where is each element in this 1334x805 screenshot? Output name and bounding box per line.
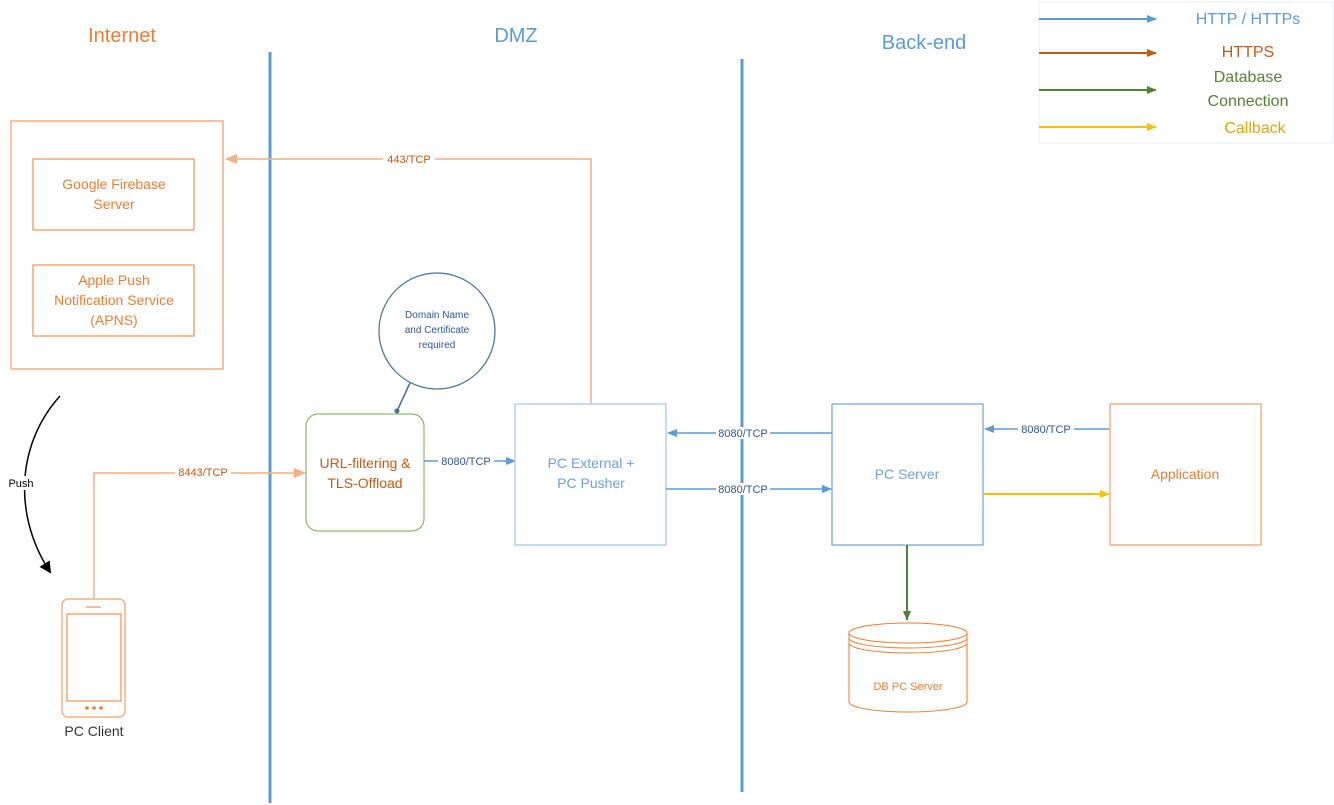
node-pc-client[interactable] — [61, 598, 126, 718]
zone-title-internet: Internet — [88, 25, 156, 47]
phone-icon — [61, 598, 126, 718]
edge-label-8443: 8443/TCP — [178, 467, 228, 479]
push-services-container[interactable] — [10, 120, 224, 370]
zone-title-dmz: DMZ — [494, 25, 537, 47]
apns-label-line2: Notification Service — [54, 292, 174, 308]
application-label: Application — [1151, 466, 1220, 482]
apns-label-line1: Apple Push — [78, 272, 150, 288]
db-label: DB PC Server — [873, 681, 942, 693]
edge-label-application-server: 8080/TCP — [1021, 424, 1071, 436]
tls-label-line1: URL-filtering & — [319, 455, 411, 471]
node-tls-offload[interactable] — [305, 413, 425, 532]
legend-label-https: HTTPS — [1222, 44, 1274, 61]
external-label-line1: PC External + — [548, 455, 635, 471]
phone-screen — [66, 613, 122, 702]
push-label: Push — [8, 478, 33, 490]
callout-connector — [396, 382, 411, 412]
external-label-line2: PC Pusher — [557, 475, 625, 491]
edge-label-external-server: 8080/TCP — [718, 484, 768, 496]
apns-label-line3: (APNS) — [90, 312, 137, 328]
zone-title-backend: Back-end — [882, 32, 967, 54]
firebase-label-line1: Google Firebase — [62, 176, 166, 192]
legend-label-database-line2: Connection — [1208, 93, 1289, 110]
legend: HTTP / HTTPs HTTPS Database Connection C… — [1038, 1, 1334, 144]
node-db-pc-server[interactable] — [848, 622, 968, 713]
network-diagram: Internet DMZ Back-end HTTP / HTTPs HTTPS… — [6, 1, 1334, 803]
legend-label-callback: Callback — [1224, 120, 1286, 137]
node-google-firebase[interactable] — [32, 158, 195, 231]
callout-line2: and Certificate — [405, 325, 470, 336]
edge-label-443: 443/TCP — [387, 154, 430, 166]
callout-anchor-dot — [394, 408, 400, 414]
server-label: PC Server — [875, 466, 940, 482]
legend-label-http: HTTP / HTTPs — [1196, 11, 1301, 28]
callout-line3: required — [419, 340, 456, 351]
firebase-label-line2: Server — [93, 196, 135, 212]
pc-client-label: PC Client — [64, 723, 123, 739]
edge-label-tls-external: 8080/TCP — [441, 456, 491, 468]
edge-label-server-external: 8080/TCP — [718, 428, 768, 440]
legend-label-database-line1: Database — [1214, 69, 1283, 86]
tls-label-line2: TLS-Offload — [327, 475, 402, 491]
edge-client-to-tls — [93, 468, 306, 599]
callout-line1: Domain Name — [405, 310, 469, 321]
